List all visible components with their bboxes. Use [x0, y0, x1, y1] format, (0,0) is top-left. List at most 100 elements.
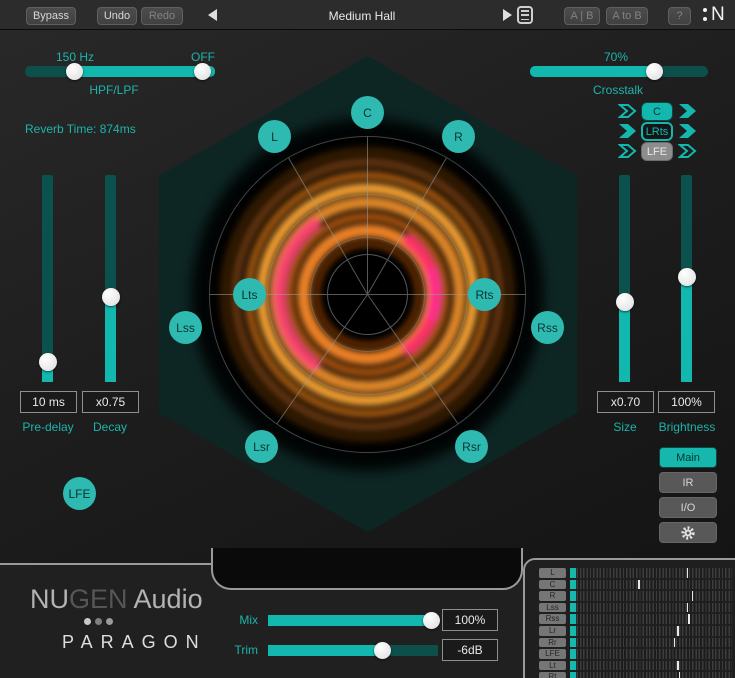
meter-bar	[570, 626, 732, 636]
meter-peak-indicator	[674, 638, 676, 648]
route-button-c[interactable]: C	[641, 102, 673, 121]
meter-level	[570, 568, 576, 578]
a-to-b-button[interactable]: A to B	[606, 7, 648, 25]
channel-button-lts[interactable]: Lts	[233, 278, 266, 311]
lpf-slider-handle[interactable]	[194, 63, 211, 80]
meter-row: L	[539, 568, 735, 578]
tab-main[interactable]: Main	[659, 447, 717, 468]
route-button-lrts[interactable]: LRts	[641, 122, 673, 141]
meter-peak-indicator	[677, 661, 679, 671]
size-slider[interactable]	[619, 175, 630, 382]
meter-bar	[570, 649, 732, 659]
crosstalk-label: Crosstalk	[578, 83, 658, 97]
next-preset-icon[interactable]	[503, 9, 512, 21]
pre-delay-label: Pre-delay	[13, 420, 83, 434]
brightness-handle[interactable]	[678, 268, 696, 286]
crosstalk-slider[interactable]	[530, 66, 708, 77]
trim-value[interactable]: -6dB	[442, 639, 498, 661]
meter-row: C	[539, 580, 735, 590]
trim-slider[interactable]	[268, 645, 438, 656]
meter-channel-label: L	[539, 568, 566, 578]
previous-preset-icon[interactable]	[208, 9, 217, 21]
route-in-c-icon[interactable]	[618, 103, 638, 119]
meter-channel-label: Rr	[539, 638, 566, 648]
meter-row: Rr	[539, 638, 735, 648]
hpf-lpf-slider[interactable]	[25, 66, 215, 77]
meter-peak-indicator	[687, 603, 689, 613]
channel-button-rts[interactable]: Rts	[468, 278, 501, 311]
channel-button-r[interactable]: R	[442, 120, 475, 153]
meter-channel-label: C	[539, 580, 566, 590]
preset-name[interactable]: Medium Hall	[327, 9, 397, 23]
channel-button-lss[interactable]: Lss	[169, 311, 202, 344]
help-button[interactable]: ?	[668, 7, 691, 25]
route-in-lrts-icon[interactable]	[618, 123, 638, 139]
channel-button-l[interactable]: L	[258, 120, 291, 153]
trim-slider-handle[interactable]	[374, 642, 391, 659]
meter-level	[570, 672, 576, 678]
meter-row: LFE	[539, 649, 735, 659]
decay-handle[interactable]	[102, 288, 120, 306]
size-label: Size	[590, 420, 660, 434]
size-handle[interactable]	[616, 293, 634, 311]
brightness-slider[interactable]	[681, 175, 692, 382]
pre-delay-value[interactable]: 10 ms	[20, 391, 77, 413]
crosstalk-slider-handle[interactable]	[646, 63, 663, 80]
nugen-logo-icon: N	[701, 4, 731, 26]
meter-channel-label: Rt	[539, 672, 566, 678]
channel-button-lfe[interactable]: LFE	[63, 477, 96, 510]
brightness-value[interactable]: 100%	[658, 391, 715, 413]
meter-peak-indicator	[679, 672, 681, 678]
hpf-slider-handle[interactable]	[66, 63, 83, 80]
product-name: PARAGON	[62, 632, 207, 653]
meter-channel-label: LFE	[539, 649, 566, 659]
pre-delay-handle[interactable]	[39, 353, 57, 371]
route-out-lfe-icon[interactable]	[678, 143, 698, 159]
redo-button[interactable]: Redo	[141, 7, 183, 25]
meter-peak-indicator	[687, 568, 689, 578]
meter-bar	[570, 661, 732, 671]
meter-peak-indicator	[638, 580, 640, 590]
meter-bar	[570, 580, 732, 590]
meter-row: Rss	[539, 614, 735, 624]
meter-row: Lr	[539, 626, 735, 636]
mix-value[interactable]: 100%	[442, 609, 498, 631]
settings-button[interactable]	[659, 522, 717, 543]
meter-level	[570, 649, 576, 659]
meter-bar	[570, 672, 732, 678]
decay-slider[interactable]	[105, 175, 116, 382]
route-out-lrts-icon[interactable]	[678, 123, 698, 139]
bypass-button[interactable]: Bypass	[26, 7, 76, 25]
size-value[interactable]: x0.70	[597, 391, 654, 413]
hpf-lpf-label: HPF/LPF	[74, 83, 154, 97]
channel-button-rss[interactable]: Rss	[531, 311, 564, 344]
top-toolbar: Bypass Undo Redo Medium Hall A | B A to …	[0, 0, 735, 30]
undo-button[interactable]: Undo	[97, 7, 137, 25]
meter-row: Lss	[539, 603, 735, 613]
meter-level	[570, 614, 576, 624]
meter-channel-label: Lr	[539, 626, 566, 636]
meter-bar	[570, 591, 732, 601]
decay-value[interactable]: x0.75	[82, 391, 139, 413]
meter-row: Rt	[539, 672, 735, 678]
route-out-c-icon[interactable]	[678, 103, 698, 119]
route-in-lfe-icon[interactable]	[618, 143, 638, 159]
meter-peak-indicator	[692, 591, 694, 601]
route-button-lfe[interactable]: LFE	[641, 142, 673, 161]
bottom-panel-edge	[0, 563, 213, 565]
preset-list-icon[interactable]	[517, 6, 533, 24]
tab-ir[interactable]: IR	[659, 472, 717, 493]
mix-label: Mix	[228, 613, 258, 627]
meter-channel-label: Lss	[539, 603, 566, 613]
ab-compare-button[interactable]: A | B	[564, 7, 600, 25]
meter-bar	[570, 638, 732, 648]
mix-slider[interactable]	[268, 615, 438, 626]
channel-button-lsr[interactable]: Lsr	[245, 430, 278, 463]
mix-slider-handle[interactable]	[423, 612, 440, 629]
channel-button-rsr[interactable]: Rsr	[455, 430, 488, 463]
meter-level	[570, 591, 576, 601]
brightness-label: Brightness	[651, 420, 723, 434]
pre-delay-slider[interactable]	[42, 175, 53, 382]
channel-button-c[interactable]: C	[351, 96, 384, 129]
tab-io[interactable]: I/O	[659, 497, 717, 518]
